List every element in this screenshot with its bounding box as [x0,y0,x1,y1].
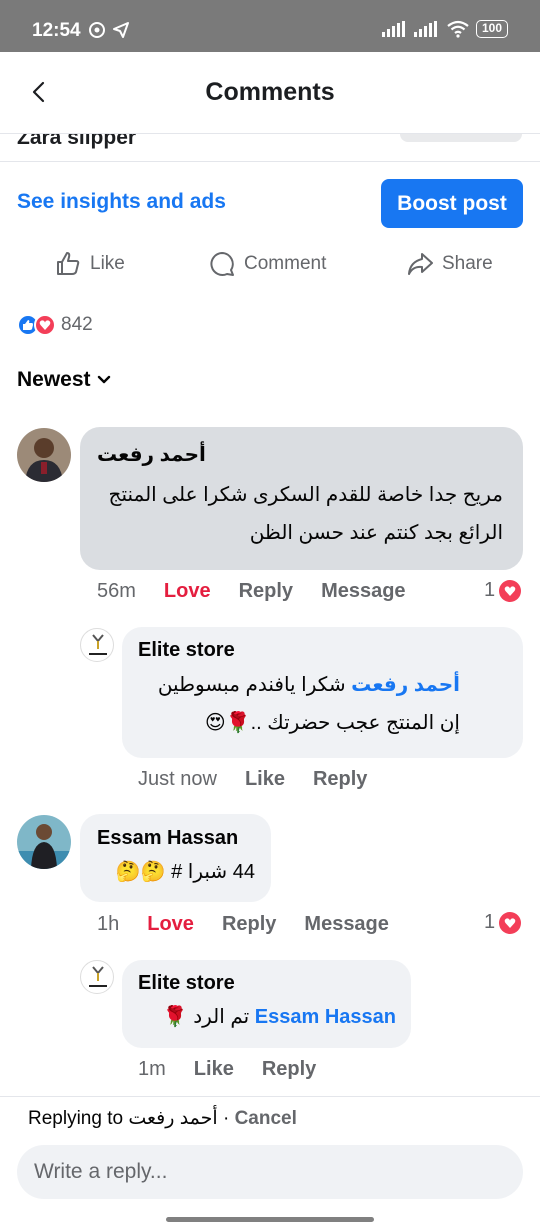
love-reaction-button[interactable]: Love [164,580,211,603]
see-insights-link[interactable]: See insights and ads [17,190,226,214]
reply-time: 1m [138,1058,166,1080]
reply-message: تم الرد 🌹 [162,1006,250,1028]
sort-label: Newest [17,368,91,391]
comment-reaction-count[interactable]: 1 [484,579,522,602]
reply-text: Essam Hassan تم الرد 🌹 [138,998,396,1036]
reply-button[interactable]: Reply [239,580,293,603]
reply-button[interactable]: Reply [222,913,276,936]
sort-dropdown[interactable]: Newest [17,368,111,392]
post-preview[interactable]: Zara slipper [0,134,540,162]
like-button[interactable]: Like [54,250,125,278]
reply-time: Just now [138,768,217,790]
love-reaction-button[interactable]: Love [147,913,194,936]
message-button[interactable]: Message [321,580,406,603]
reaction-count: 842 [61,314,93,335]
boost-post-button[interactable]: Boost post [381,179,523,228]
post-title: Zara slipper [17,134,137,149]
page-title: Comments [205,78,335,106]
post-actions: Like Comment Share [0,250,540,290]
comment-icon [210,252,234,276]
heart-icon [499,579,522,602]
comment-author[interactable]: Essam Hassan [97,827,238,850]
comment-reaction-count[interactable]: 1 [484,911,522,934]
reply-meta: Just now Like Reply [138,768,367,791]
wifi-icon [447,20,469,38]
status-right: 100 [381,20,508,38]
like-button[interactable]: Like [194,1058,234,1081]
store-logo-avatar[interactable] [80,628,114,662]
reply-author[interactable]: Elite store [138,639,235,662]
reply-composer: Replying to أحمد رفعت · Cancel [0,1096,540,1230]
heart-icon [499,911,522,934]
comment-time: 56m [97,580,136,602]
cancel-reply-button[interactable]: Cancel [235,1108,297,1129]
comment-button[interactable]: Comment [208,250,326,278]
chevron-down-icon [97,375,110,384]
reply-input[interactable] [17,1145,523,1199]
reply-button[interactable]: Reply [262,1058,316,1081]
comment-reaction-number: 1 [484,579,496,601]
separator: · [222,1108,230,1129]
replying-prefix: Replying to [28,1108,124,1129]
mention-tag[interactable]: Essam Hassan [255,1006,396,1028]
reply-text: أحمد رفعت شكرا يافندم مبسوطين إن المنتج … [138,666,460,742]
comment-text: مريح جدا خاصة للقدم السكرى شكرا على المن… [108,484,503,544]
telegram-icon [113,22,129,38]
status-time: 12:54 [32,20,81,41]
home-indicator[interactable] [166,1217,374,1222]
comment-meta: 1h Love Reply Message [97,913,389,936]
post-action-pill[interactable] [400,134,522,142]
status-bar: 12:54 100 [0,0,540,52]
reply-meta: 1m Like Reply [138,1058,316,1081]
battery-icon: 100 [475,20,508,38]
whatsapp-icon [89,22,105,38]
like-button[interactable]: Like [245,768,285,791]
like-label: Like [90,253,125,274]
replying-indicator: Replying to أحمد رفعت · Cancel [28,1107,297,1130]
status-left-icons [88,21,130,39]
thumbs-up-icon [57,252,80,275]
comment-text: 44 شبرا # 🤔🤔 [115,861,255,883]
signal-icon [381,21,405,37]
mention-tag[interactable]: أحمد رفعت [351,674,460,696]
message-button[interactable]: Message [304,913,389,936]
avatar[interactable] [17,815,71,869]
replying-name: أحمد رفعت [128,1108,218,1129]
reply-button[interactable]: Reply [313,768,367,791]
comment-label: Comment [244,253,327,274]
signal-icon [413,21,437,37]
share-icon [408,253,433,275]
comment-meta: 56m Love Reply Message [97,580,406,603]
store-logo-avatar[interactable] [80,960,114,994]
comments-header: Comments [0,52,540,134]
love-reaction-icon [34,314,56,336]
share-label: Share [442,253,493,274]
comment-reaction-number: 1 [484,911,496,933]
comment-time: 1h [97,913,120,935]
comment-author[interactable]: أحمد رفعت [97,442,206,467]
share-button[interactable]: Share [406,250,493,278]
reactions-summary[interactable]: 842 [17,314,93,336]
avatar[interactable] [17,428,71,482]
reply-author[interactable]: Elite store [138,972,235,995]
